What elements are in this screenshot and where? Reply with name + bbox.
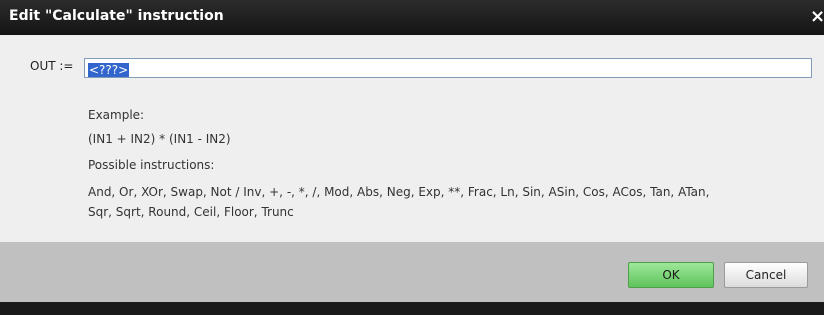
instructions-list-line-1: And, Or, XOr, Swap, Not / Inv, +, -, *, … (88, 185, 710, 199)
dialog-title: Edit "Calculate" instruction (9, 8, 224, 24)
cancel-button[interactable]: Cancel (724, 262, 808, 288)
out-label: OUT := (30, 59, 74, 73)
dialog-content: OUT := <???> Example: (IN1 + IN2) * (IN1… (0, 35, 824, 242)
bottom-border (0, 302, 824, 315)
button-bar: OK Cancel (0, 242, 824, 302)
ok-button[interactable]: OK (628, 262, 714, 288)
example-heading: Example: (88, 108, 145, 122)
expression-value[interactable]: <???> (88, 63, 130, 77)
example-text: (IN1 + IN2) * (IN1 - IN2) (88, 132, 231, 146)
instructions-list-line-2: Sqr, Sqrt, Round, Ceil, Floor, Trunc (88, 205, 294, 219)
expression-input[interactable]: <???> (84, 58, 812, 78)
edit-calculate-dialog: Edit "Calculate" instruction × OUT := <?… (0, 0, 824, 315)
possible-instructions-heading: Possible instructions: (88, 158, 215, 172)
close-icon[interactable]: × (810, 6, 824, 28)
title-bar: Edit "Calculate" instruction × (0, 0, 824, 35)
